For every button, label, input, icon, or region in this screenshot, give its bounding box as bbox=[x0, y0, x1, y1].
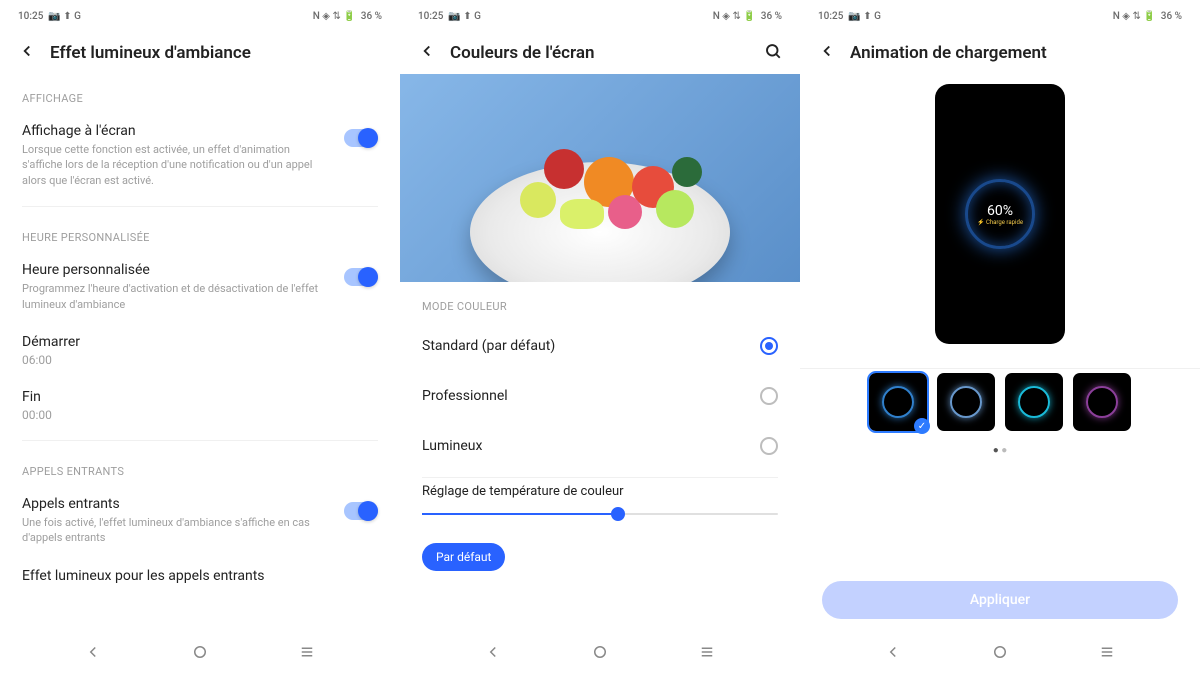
option-label: Standard (par défaut) bbox=[422, 338, 555, 354]
back-icon[interactable] bbox=[818, 42, 836, 64]
status-time: 10:25 bbox=[18, 11, 43, 22]
status-time: 10:25 bbox=[418, 11, 443, 22]
header: Animation de chargement bbox=[800, 28, 1200, 74]
nav-home-icon[interactable] bbox=[191, 643, 209, 665]
row-desc: Une fois activé, l'effet lumineux d'ambi… bbox=[22, 515, 328, 546]
screen-charging-animation: 10:25 📷 ⬆ G N ◈ ⇅ 🔋 36 % Animation de ch… bbox=[800, 0, 1200, 675]
animation-option-2[interactable] bbox=[937, 373, 995, 431]
page-title: Couleurs de l'écran bbox=[450, 43, 750, 63]
row-title: Fin bbox=[22, 389, 362, 405]
status-icons-right: N ◈ ⇅ 🔋 bbox=[1113, 11, 1156, 22]
status-time: 10:25 bbox=[818, 11, 843, 22]
radio-icon[interactable] bbox=[760, 387, 778, 405]
divider bbox=[22, 440, 378, 441]
nav-recent-icon[interactable] bbox=[298, 643, 316, 665]
animation-preview: 60% ⚡ Charge rapide bbox=[935, 84, 1065, 344]
animation-option-1[interactable]: ✓ bbox=[869, 373, 927, 431]
status-bar: 10:25 📷 ⬆ G N ◈ ⇅ 🔋 36 % bbox=[800, 4, 1200, 28]
status-icons-right: N ◈ ⇅ 🔋 bbox=[313, 11, 356, 22]
row-custom-time[interactable]: Heure personnalisée Programmez l'heure d… bbox=[0, 252, 400, 324]
row-incoming-effect[interactable]: Effet lumineux pour les appels entrants bbox=[0, 558, 400, 599]
color-temp-slider[interactable] bbox=[422, 513, 778, 515]
divider bbox=[800, 368, 1200, 369]
nav-recent-icon[interactable] bbox=[1098, 643, 1116, 665]
checkmark-icon: ✓ bbox=[914, 418, 930, 434]
page-title: Animation de chargement bbox=[850, 43, 1182, 63]
screen-colors: 10:25 📷 ⬆ G N ◈ ⇅ 🔋 36 % Couleurs de l'é… bbox=[400, 0, 800, 675]
section-incoming-calls: APPELS ENTRANTS bbox=[0, 447, 400, 486]
animation-thumbnails: ✓ bbox=[800, 373, 1200, 431]
row-end-time[interactable]: Fin 00:00 bbox=[0, 379, 400, 434]
toggle-custom-time[interactable] bbox=[344, 268, 378, 286]
row-value: 06:00 bbox=[22, 353, 362, 367]
status-battery: 36 % bbox=[1161, 11, 1182, 22]
section-affichage: AFFICHAGE bbox=[0, 74, 400, 113]
option-standard[interactable]: Standard (par défaut) bbox=[400, 321, 800, 371]
charge-sublabel: ⚡ Charge rapide bbox=[977, 219, 1023, 226]
back-icon[interactable] bbox=[418, 42, 436, 64]
apply-button[interactable]: Appliquer bbox=[822, 581, 1178, 619]
row-value: 00:00 bbox=[22, 408, 362, 422]
page-title: Effet lumineux d'ambiance bbox=[50, 43, 382, 63]
nav-back-icon[interactable] bbox=[484, 643, 502, 665]
nav-bar bbox=[800, 633, 1200, 675]
row-desc: Programmez l'heure d'activation et de dé… bbox=[22, 281, 328, 312]
nav-home-icon[interactable] bbox=[591, 643, 609, 665]
status-icons-left: 📷 ⬆ G bbox=[48, 11, 81, 22]
option-label: Lumineux bbox=[422, 438, 482, 454]
screen-ambient-light: 10:25 📷 ⬆ G N ◈ ⇅ 🔋 36 % Effet lumineux … bbox=[0, 0, 400, 675]
toggle-screen-display[interactable] bbox=[344, 129, 378, 147]
row-title: Heure personnalisée bbox=[22, 262, 328, 278]
status-battery: 36 % bbox=[361, 11, 382, 22]
animation-option-4[interactable] bbox=[1073, 373, 1131, 431]
status-icons-left: 📷 ⬆ G bbox=[448, 11, 481, 22]
option-luminous[interactable]: Lumineux bbox=[400, 421, 800, 471]
search-icon[interactable] bbox=[764, 42, 782, 64]
header: Effet lumineux d'ambiance bbox=[0, 28, 400, 74]
radio-icon[interactable] bbox=[760, 437, 778, 455]
section-color-mode: MODE COULEUR bbox=[400, 282, 800, 321]
animation-option-3[interactable] bbox=[1005, 373, 1063, 431]
row-title: Effet lumineux pour les appels entrants bbox=[22, 568, 362, 584]
page-indicator: ● ● bbox=[800, 431, 1200, 470]
toggle-incoming-calls[interactable] bbox=[344, 502, 378, 520]
divider bbox=[422, 477, 778, 478]
row-screen-display[interactable]: Affichage à l'écran Lorsque cette foncti… bbox=[0, 113, 400, 200]
nav-recent-icon[interactable] bbox=[698, 643, 716, 665]
status-icons-right: N ◈ ⇅ 🔋 bbox=[713, 11, 756, 22]
header: Couleurs de l'écran bbox=[400, 28, 800, 74]
nav-bar bbox=[400, 633, 800, 675]
preview-image bbox=[400, 74, 800, 282]
status-bar: 10:25 📷 ⬆ G N ◈ ⇅ 🔋 36 % bbox=[0, 4, 400, 28]
nav-home-icon[interactable] bbox=[991, 643, 1009, 665]
charge-ring-icon: 60% ⚡ Charge rapide bbox=[965, 179, 1035, 249]
row-title: Affichage à l'écran bbox=[22, 123, 328, 139]
nav-back-icon[interactable] bbox=[884, 643, 902, 665]
status-icons-left: 📷 ⬆ G bbox=[848, 11, 881, 22]
section-custom-time: HEURE PERSONNALISÉE bbox=[0, 213, 400, 252]
charge-percent: 60% bbox=[987, 203, 1013, 219]
status-bar: 10:25 📷 ⬆ G N ◈ ⇅ 🔋 36 % bbox=[400, 4, 800, 28]
divider bbox=[22, 206, 378, 207]
nav-bar bbox=[0, 633, 400, 675]
nav-back-icon[interactable] bbox=[84, 643, 102, 665]
status-battery: 36 % bbox=[761, 11, 782, 22]
row-desc: Lorsque cette fonction est activée, un e… bbox=[22, 142, 328, 188]
slider-label: Réglage de température de couleur bbox=[422, 484, 778, 499]
default-button[interactable]: Par défaut bbox=[422, 543, 505, 571]
radio-icon[interactable] bbox=[760, 337, 778, 355]
row-title: Démarrer bbox=[22, 334, 362, 350]
row-start-time[interactable]: Démarrer 06:00 bbox=[0, 324, 400, 379]
option-label: Professionnel bbox=[422, 388, 508, 404]
row-incoming-calls[interactable]: Appels entrants Une fois activé, l'effet… bbox=[0, 486, 400, 558]
back-icon[interactable] bbox=[18, 42, 36, 64]
option-professional[interactable]: Professionnel bbox=[400, 371, 800, 421]
row-title: Appels entrants bbox=[22, 496, 328, 512]
